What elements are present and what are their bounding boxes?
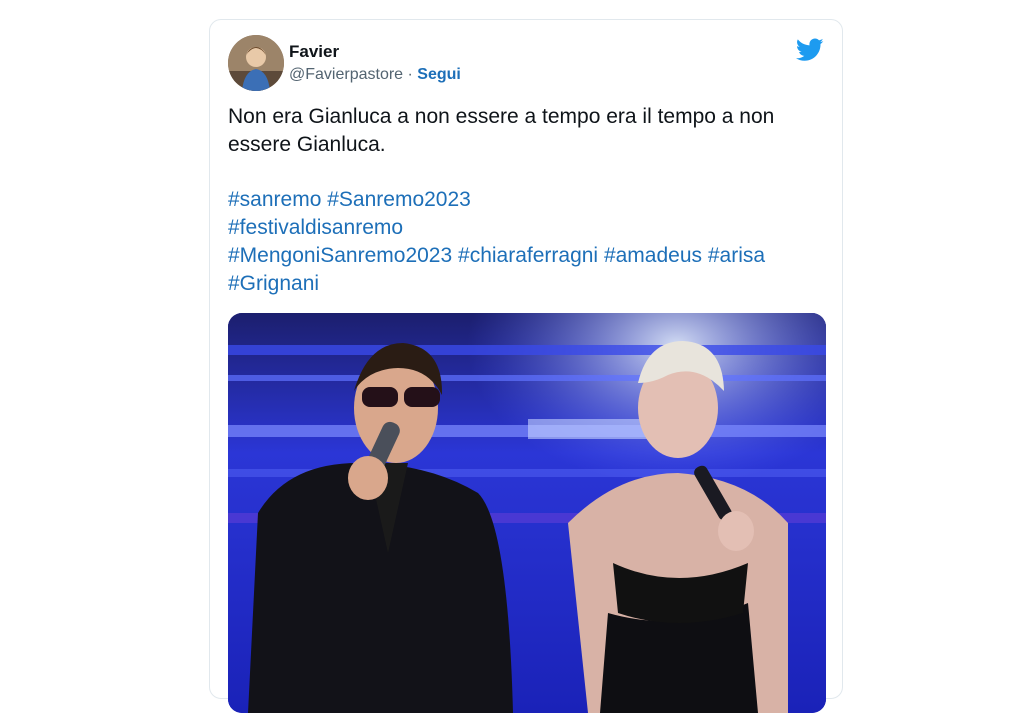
tweet-card: Favier @Favierpastore · Segui Non era Gi… [209, 19, 843, 713]
hashtag-link[interactable]: #chiaraferragni [458, 244, 598, 267]
hashtags: #sanremo #Sanremo2023 #festivaldisanremo… [228, 186, 828, 298]
hashtag-link[interactable]: #amadeus [604, 244, 702, 267]
follow-button[interactable]: Segui [417, 66, 461, 83]
hashtag-link[interactable]: #festivaldisanremo [228, 216, 403, 239]
hashtag-link[interactable]: #sanremo [228, 188, 321, 211]
handle-row: @Favierpastore · Segui [289, 66, 461, 84]
avatar[interactable] [228, 35, 284, 91]
hashtag-line: #sanremo #Sanremo2023 [228, 186, 828, 214]
author-name[interactable]: Favier [289, 42, 339, 62]
hashtag-line: #festivaldisanremo [228, 214, 828, 242]
separator: · [407, 66, 413, 83]
hashtag-link[interactable]: #arisa [708, 244, 765, 267]
hashtag-line: #MengoniSanremo2023 #chiaraferragni #ama… [228, 242, 828, 270]
hashtag-line: #Grignani [228, 270, 828, 298]
hashtag-link[interactable]: #MengoniSanremo2023 [228, 244, 452, 267]
tweet-media[interactable] [228, 313, 826, 713]
hashtag-link[interactable]: #Sanremo2023 [327, 188, 471, 211]
hashtag-link[interactable]: #Grignani [228, 272, 319, 295]
tweet-text: Non era Gianluca a non essere a tempo er… [228, 105, 775, 156]
twitter-bird-icon[interactable] [795, 38, 824, 62]
author-handle[interactable]: @Favierpastore [289, 66, 403, 83]
